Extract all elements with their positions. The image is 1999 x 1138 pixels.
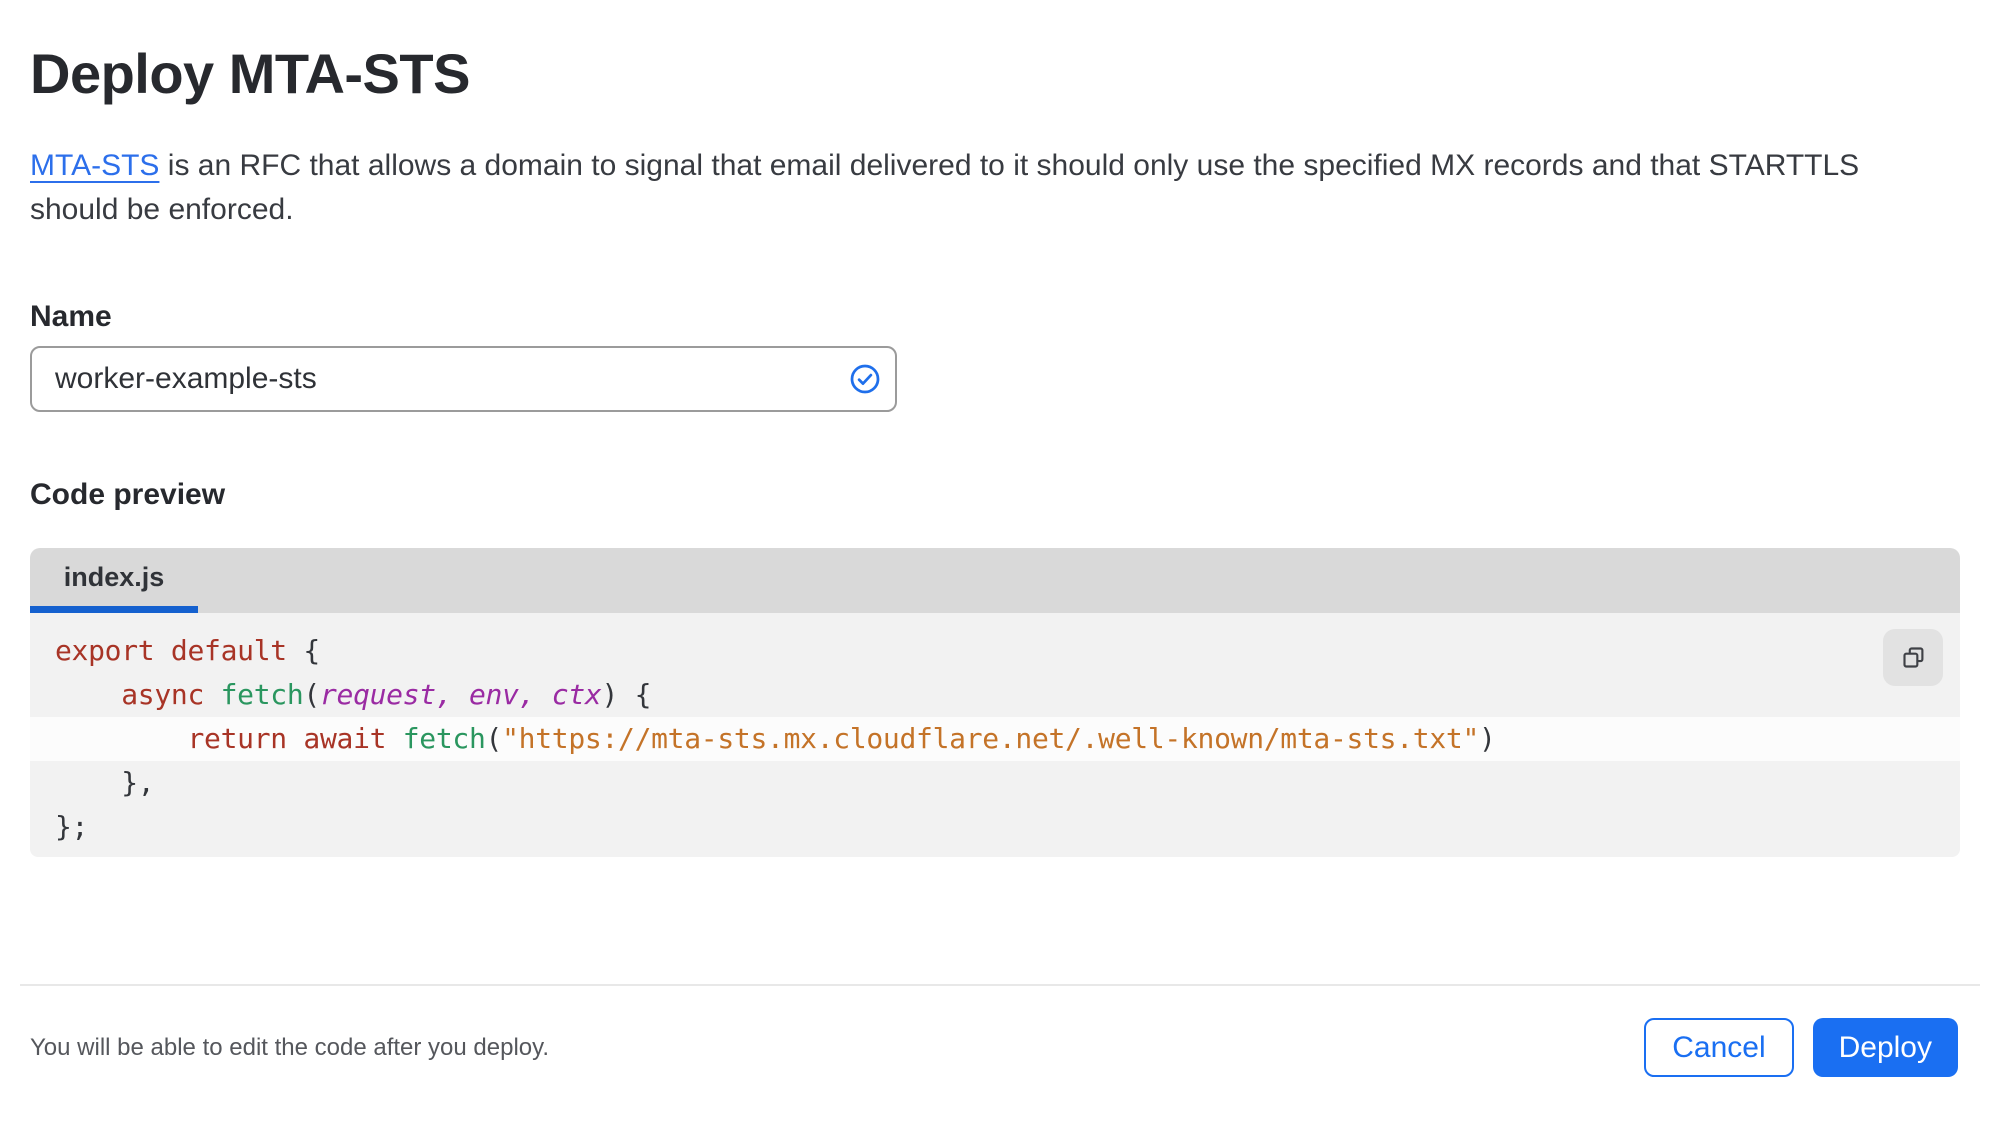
code-line: };: [55, 810, 89, 843]
tab-indexjs[interactable]: index.js: [30, 548, 198, 613]
code-line: return await fetch("https://mta-sts.mx.c…: [30, 717, 1960, 761]
name-label: Name: [30, 300, 112, 333]
footer-note: You will be able to edit the code after …: [30, 1033, 550, 1061]
page-title: Deploy MTA-STS: [30, 42, 470, 105]
mta-sts-link[interactable]: MTA-STS: [30, 149, 159, 182]
copy-button[interactable]: [1883, 629, 1943, 686]
code-preview-label: Code preview: [30, 478, 226, 511]
name-input-wrap: [30, 346, 897, 412]
footer: You will be able to edit the code after …: [0, 1018, 1999, 1077]
footer-divider: [20, 984, 1980, 986]
code-block: export default { async fetch(request, en…: [30, 629, 1960, 849]
footer-actions: Cancel Deploy: [1644, 1018, 1958, 1077]
code-line: },: [55, 766, 155, 799]
tab-label: index.js: [63, 561, 165, 592]
intro-text: MTA-STS is an RFC that allows a domain t…: [30, 144, 1930, 232]
tab-bar: index.js: [30, 548, 1960, 613]
code-editor: index.js export default { async fetch(re…: [30, 548, 1960, 857]
check-circle-icon: [850, 364, 880, 394]
deploy-mta-sts-page: Deploy MTA-STS MTA-STS is an RFC that al…: [0, 0, 1999, 857]
intro-text-rest: is an RFC that allows a domain to signal…: [30, 149, 1860, 226]
copy-icon: [1902, 647, 1923, 668]
code-line: export default {: [55, 634, 320, 667]
deploy-button[interactable]: Deploy: [1812, 1018, 1958, 1077]
cancel-button[interactable]: Cancel: [1644, 1018, 1794, 1077]
code-line: async fetch(request, env, ctx) {: [121, 678, 652, 711]
name-input[interactable]: [30, 346, 897, 412]
code-area: export default { async fetch(request, en…: [30, 613, 1960, 857]
